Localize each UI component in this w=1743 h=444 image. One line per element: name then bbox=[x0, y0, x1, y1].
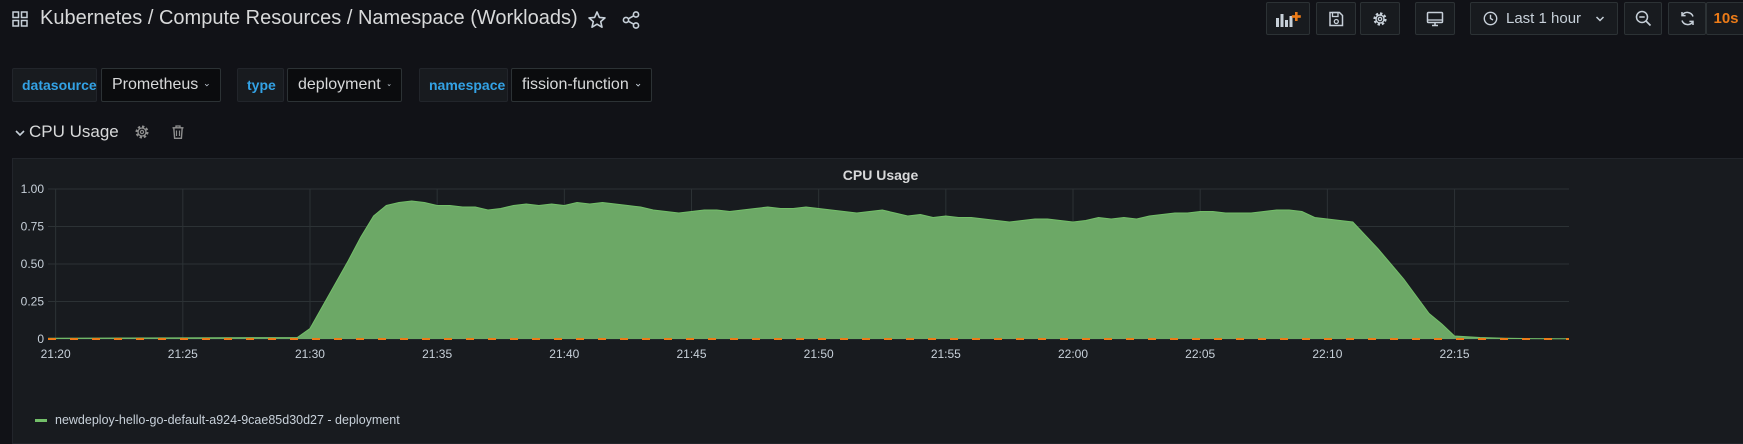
refresh-icon bbox=[1680, 11, 1694, 26]
variable-value-namespace: fission-function bbox=[522, 76, 629, 93]
page-title[interactable]: Kubernetes / Compute Resources / Namespa… bbox=[40, 7, 578, 30]
y-tick-label: 0.75 bbox=[21, 220, 45, 234]
x-tick-label: 21:30 bbox=[295, 347, 325, 361]
add-panel-icon bbox=[1276, 11, 1301, 27]
chevron-down-icon bbox=[387, 84, 391, 87]
x-tick-label: 21:45 bbox=[676, 347, 706, 361]
legend-color-swatch bbox=[35, 418, 47, 422]
tv-mode-button[interactable] bbox=[1415, 2, 1455, 35]
variable-value-datasource: Prometheus bbox=[112, 76, 199, 93]
gear-icon bbox=[1373, 11, 1387, 26]
variable-value-type: deployment bbox=[298, 76, 381, 93]
row-delete-trash-icon[interactable] bbox=[170, 124, 186, 140]
variable-label-type: type bbox=[237, 68, 284, 102]
x-tick-label: 21:40 bbox=[549, 347, 579, 361]
x-tick-label: 22:10 bbox=[1312, 347, 1342, 361]
zoom-out-button[interactable] bbox=[1624, 2, 1662, 35]
row-collapse-chevron-icon[interactable] bbox=[13, 126, 27, 140]
x-tick-label: 21:35 bbox=[422, 347, 452, 361]
share-icon[interactable] bbox=[621, 10, 641, 30]
y-tick-label: 1.00 bbox=[21, 182, 45, 196]
chevron-down-icon bbox=[205, 83, 210, 87]
y-tick-label: 0 bbox=[37, 332, 44, 346]
x-tick-label: 21:25 bbox=[168, 347, 198, 361]
variable-label-namespace: namespace bbox=[419, 68, 508, 102]
x-tick-label: 21:50 bbox=[804, 347, 834, 361]
zoom-out-icon bbox=[1635, 10, 1651, 27]
chevron-down-icon bbox=[1595, 16, 1605, 22]
series-area bbox=[48, 201, 1569, 339]
cpu-usage-panel: CPU Usage 0 0.25 0.50 0.75 1.00 21:20 21:25 21:… bbox=[12, 158, 1743, 444]
refresh-interval-label: 10s bbox=[1713, 10, 1739, 27]
time-range-picker[interactable]: Last 1 hour bbox=[1470, 2, 1618, 35]
save-dashboard-button[interactable] bbox=[1316, 2, 1356, 35]
variable-label-datasource: datasource bbox=[12, 68, 97, 102]
add-panel-button[interactable] bbox=[1266, 2, 1310, 35]
apps-grid-icon[interactable] bbox=[12, 11, 28, 27]
y-tick-label: 0.25 bbox=[21, 295, 45, 309]
clock-icon bbox=[1483, 11, 1498, 26]
x-tick-label: 21:20 bbox=[41, 347, 71, 361]
variable-select-type[interactable]: deployment bbox=[287, 68, 402, 102]
x-tick-label: 22:05 bbox=[1185, 347, 1215, 361]
cpu-usage-chart[interactable]: 0 0.25 0.50 0.75 1.00 21:20 21:25 21:30 21:35 21:… bbox=[13, 159, 1743, 409]
row-title[interactable]: CPU Usage bbox=[29, 122, 119, 142]
time-range-label: Last 1 hour bbox=[1506, 10, 1582, 27]
variable-select-datasource[interactable]: Prometheus bbox=[101, 68, 221, 102]
legend-item[interactable]: newdeploy-hello-go-default-a924-9cae85d3… bbox=[35, 413, 400, 427]
y-tick-label: 0.50 bbox=[21, 257, 45, 271]
star-icon[interactable] bbox=[587, 10, 607, 30]
chevron-down-icon bbox=[635, 83, 641, 87]
x-tick-label: 21:55 bbox=[931, 347, 961, 361]
dashboard-navbar: Kubernetes / Compute Resources / Namespa… bbox=[0, 0, 1743, 40]
x-tick-label: 22:15 bbox=[1440, 347, 1470, 361]
monitor-icon bbox=[1426, 11, 1444, 26]
dashboard-settings-button[interactable] bbox=[1360, 2, 1400, 35]
variable-select-namespace[interactable]: fission-function bbox=[511, 68, 652, 102]
row-settings-gear-icon[interactable] bbox=[134, 124, 150, 140]
refresh-button[interactable] bbox=[1668, 2, 1706, 35]
x-tick-label: 22:00 bbox=[1058, 347, 1088, 361]
refresh-interval-picker[interactable]: 10s bbox=[1706, 2, 1743, 35]
save-icon bbox=[1329, 11, 1344, 26]
legend-label: newdeploy-hello-go-default-a924-9cae85d3… bbox=[55, 413, 400, 427]
